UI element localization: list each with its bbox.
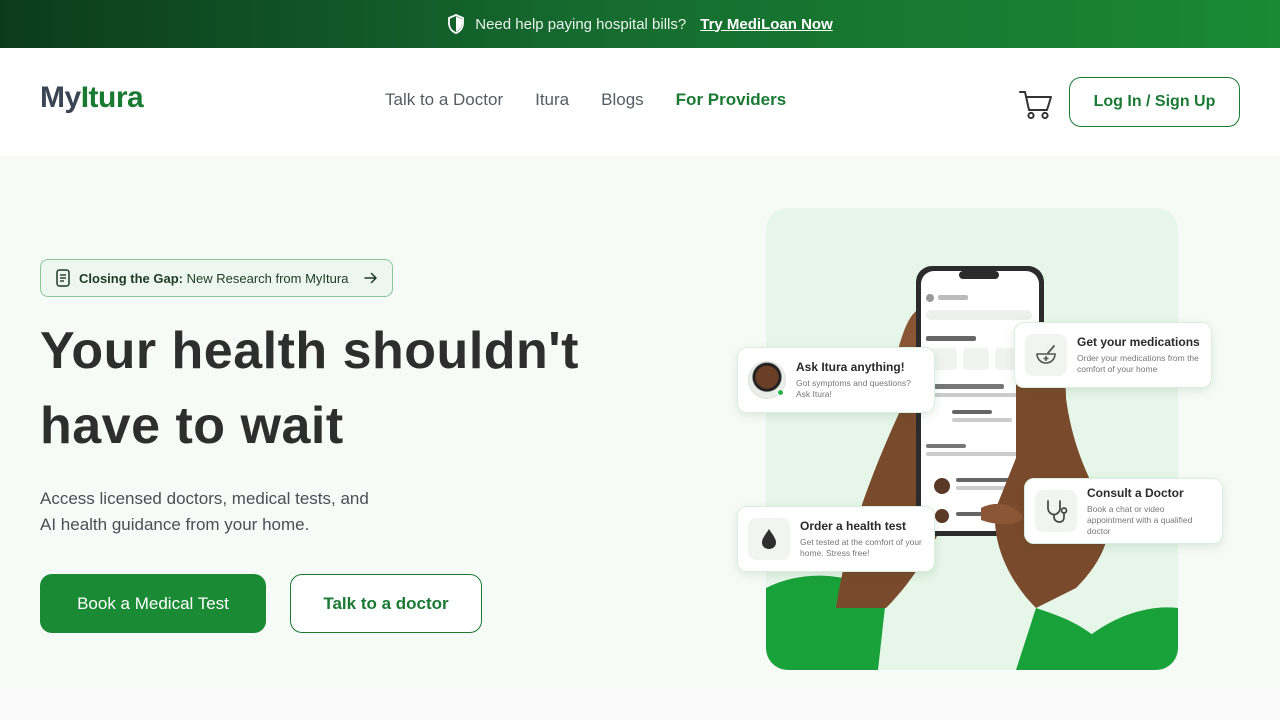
- card-title: Ask Itura anything!: [796, 360, 905, 374]
- book-medical-test-button[interactable]: Book a Medical Test: [40, 574, 266, 633]
- main-nav: Talk to a Doctor Itura Blogs For Provide…: [385, 90, 786, 110]
- research-banner[interactable]: Closing the Gap: New Research from MyItu…: [40, 259, 394, 297]
- subtext-line-2: AI health guidance from your home.: [40, 515, 310, 534]
- mortar-pestle-icon: [1025, 334, 1067, 376]
- research-strong: Closing the Gap:: [79, 270, 183, 286]
- research-text: New Research from MyItura: [186, 270, 349, 286]
- card-ask-itura[interactable]: Ask Itura anything! Got symptoms and que…: [737, 347, 935, 413]
- site-header: MyItura Talk to a Doctor Itura Blogs For…: [0, 48, 1280, 156]
- card-title: Get your medications: [1077, 335, 1200, 349]
- nav-blogs[interactable]: Blogs: [601, 90, 644, 110]
- drop-icon: [748, 518, 790, 560]
- talk-to-doctor-button[interactable]: Talk to a doctor: [290, 574, 482, 633]
- logo-part-itura: Itura: [80, 81, 144, 114]
- stethoscope-icon: [1035, 490, 1077, 532]
- online-status-dot: [777, 389, 784, 396]
- hero-headline: Your health shouldn't have to wait: [40, 314, 660, 464]
- cart-icon[interactable]: [1018, 88, 1054, 120]
- logo[interactable]: MyItura: [40, 81, 144, 115]
- hero-section: Closing the Gap: New Research from MyItu…: [0, 156, 1280, 684]
- card-description: Book a chat or video appointment with a …: [1087, 503, 1193, 536]
- subtext-line-1: Access licensed doctors, medical tests, …: [40, 489, 369, 508]
- arrow-right-icon: [364, 272, 378, 284]
- hero-illustration: [766, 208, 1178, 670]
- card-description: Get tested at the comfort of your home. …: [800, 537, 922, 558]
- nav-itura[interactable]: Itura: [535, 90, 569, 110]
- card-title: Order a health test: [800, 519, 907, 533]
- hero-subtext: Access licensed doctors, medical tests, …: [40, 486, 420, 538]
- document-icon: [56, 269, 70, 287]
- headline-line-2: have to wait: [40, 397, 344, 455]
- headline-line-1: Your health shouldn't: [40, 322, 579, 380]
- logo-part-my: My: [40, 81, 81, 114]
- next-section-edge: [0, 684, 1280, 720]
- nav-talk-to-doctor[interactable]: Talk to a Doctor: [385, 90, 503, 110]
- card-description: Got symptoms and questions? Ask Itura!: [796, 378, 911, 399]
- card-title: Consult a Doctor: [1087, 485, 1184, 500]
- card-consult-doctor[interactable]: Consult a Doctor Book a chat or video ap…: [1024, 478, 1223, 544]
- shield-icon: [448, 14, 465, 34]
- phone-in-hand-illustration: [766, 266, 1178, 670]
- avatar: [748, 361, 786, 399]
- card-description: Order your medications from the comfort …: [1077, 353, 1199, 374]
- card-get-medications[interactable]: Get your medications Order your medicati…: [1014, 322, 1212, 388]
- nav-for-providers[interactable]: For Providers: [676, 90, 787, 110]
- promo-text: Need help paying hospital bills?: [475, 15, 687, 33]
- promo-bar: Need help paying hospital bills? Try Med…: [0, 0, 1280, 48]
- login-signup-button[interactable]: Log In / Sign Up: [1069, 77, 1240, 127]
- card-order-health-test[interactable]: Order a health test Get tested at the co…: [737, 506, 935, 572]
- mediloan-link[interactable]: Try MediLoan Now: [700, 16, 833, 33]
